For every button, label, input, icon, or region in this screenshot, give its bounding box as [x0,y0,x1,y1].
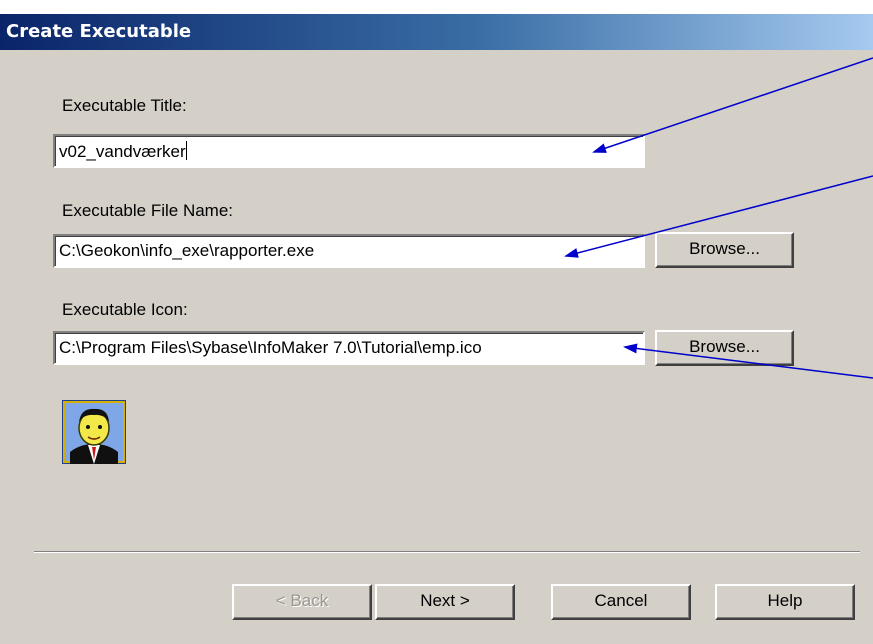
annotation-arrows [564,57,873,379]
arrow-to-file-name [564,175,873,258]
arrow-to-title [592,57,873,153]
arrow-to-icon [623,343,873,379]
